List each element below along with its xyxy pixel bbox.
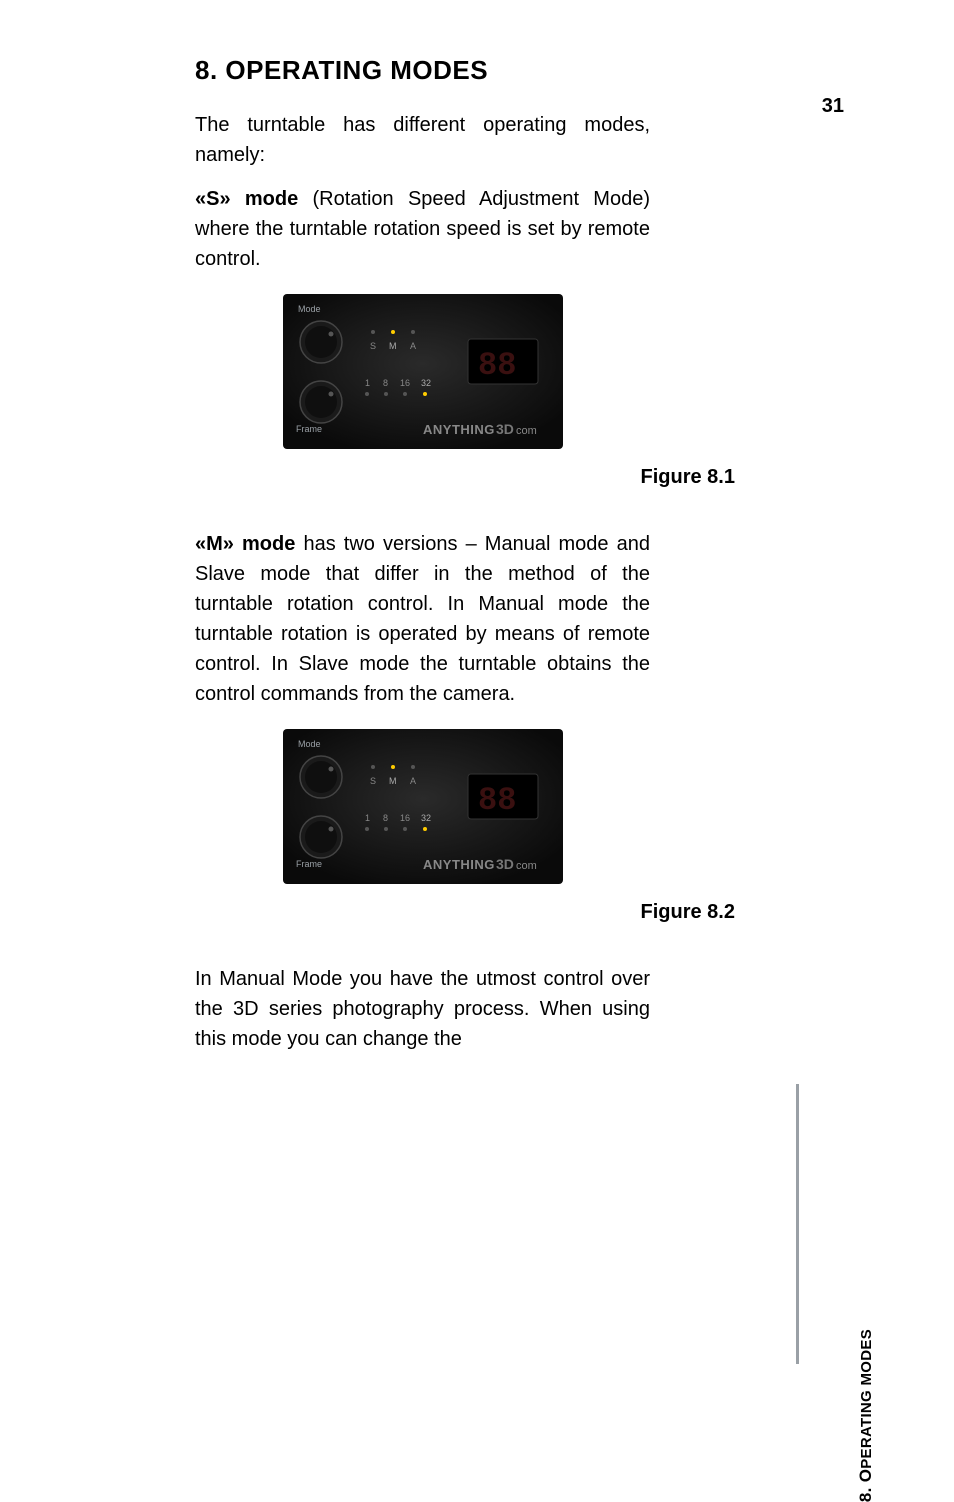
svg-text:3D: 3D bbox=[496, 856, 514, 872]
figure-1: Mode S M A Frame 1 8 16 32 bbox=[195, 294, 650, 454]
svg-text:88: 88 bbox=[478, 347, 516, 384]
svg-text:M: M bbox=[389, 776, 397, 786]
main-content: 8. OPERATING MODES The turntable has dif… bbox=[195, 55, 650, 1068]
svg-text:32: 32 bbox=[421, 378, 431, 388]
svg-text:16: 16 bbox=[400, 813, 410, 823]
side-tab-label: 8. OPERATING MODES bbox=[856, 1329, 876, 1502]
svg-text:1: 1 bbox=[365, 813, 370, 823]
svg-text:com: com bbox=[516, 425, 537, 437]
device-panel-image-2: Mode S M A Frame 1 8 16 32 88 ANYTHING bbox=[283, 729, 563, 884]
figure-1-caption: Figure 8.1 bbox=[195, 466, 735, 489]
svg-text:8: 8 bbox=[383, 378, 388, 388]
svg-text:88: 88 bbox=[478, 782, 516, 819]
m-mode-text: has two versions – Manual mode and Slave… bbox=[195, 533, 650, 705]
svg-text:Mode: Mode bbox=[298, 739, 321, 749]
svg-text:32: 32 bbox=[421, 813, 431, 823]
side-tab-prefix: 8. O bbox=[856, 1469, 875, 1502]
figure-2-caption: Figure 8.2 bbox=[195, 901, 735, 924]
svg-text:S: S bbox=[370, 776, 376, 786]
panel-frame-label: Frame bbox=[296, 424, 322, 434]
svg-text:Frame: Frame bbox=[296, 859, 322, 869]
svg-text:3D: 3D bbox=[496, 421, 514, 437]
svg-text:16: 16 bbox=[400, 378, 410, 388]
svg-text:1: 1 bbox=[365, 378, 370, 388]
m-mode-paragraph: «M» mode has two versions – Manual mode … bbox=[195, 529, 650, 709]
intro-paragraph: The turntable has different operating mo… bbox=[195, 110, 650, 170]
device-panel-image-1: Mode S M A Frame 1 8 16 32 bbox=[283, 294, 563, 449]
page-number: 31 bbox=[822, 95, 844, 118]
s-mode-label: «S» mode bbox=[195, 188, 298, 210]
svg-text:ANYTHING: ANYTHING bbox=[423, 857, 495, 872]
svg-text:com: com bbox=[516, 860, 537, 872]
svg-text:A: A bbox=[410, 341, 416, 351]
side-tab-rest: PERATING MODES bbox=[858, 1329, 875, 1469]
m-mode-label: «M» mode bbox=[195, 533, 295, 555]
side-tab-divider bbox=[796, 1084, 836, 1364]
svg-text:ANYTHING: ANYTHING bbox=[423, 422, 495, 437]
section-title: 8. OPERATING MODES bbox=[195, 55, 650, 86]
svg-text:A: A bbox=[410, 776, 416, 786]
svg-text:M: M bbox=[389, 341, 397, 351]
s-mode-paragraph: «S» mode (Rotation Speed Adjustment Mode… bbox=[195, 184, 650, 274]
svg-text:S: S bbox=[370, 341, 376, 351]
manual-mode-paragraph: In Manual Mode you have the utmost contr… bbox=[195, 964, 650, 1054]
figure-2: Mode S M A Frame 1 8 16 32 88 ANYTHING bbox=[195, 729, 650, 889]
svg-text:8: 8 bbox=[383, 813, 388, 823]
panel-mode-label: Mode bbox=[298, 304, 321, 314]
